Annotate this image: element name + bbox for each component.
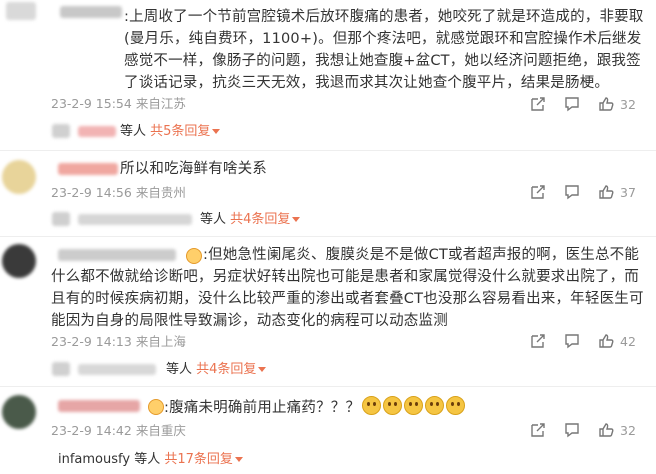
username-blurred[interactable] bbox=[58, 400, 140, 412]
divider bbox=[0, 150, 656, 151]
comment-text: :但她急性阑尾炎、腹膜炎是不是做CT或者超声报的啊，医生总不能什么都不做就给诊断… bbox=[51, 247, 644, 329]
replier-avatar[interactable] bbox=[52, 212, 70, 226]
like-count: 42 bbox=[620, 334, 636, 349]
replier-avatar[interactable] bbox=[52, 362, 70, 376]
comment-time: 23-2-9 14:13 来自上海 bbox=[51, 334, 186, 349]
like-count: 32 bbox=[620, 423, 636, 438]
chevron-down-icon bbox=[212, 129, 221, 134]
avatar[interactable] bbox=[2, 395, 36, 429]
replier-name-blurred[interactable] bbox=[78, 364, 156, 375]
comment-icon[interactable] bbox=[564, 422, 580, 438]
reply-summary[interactable]: infamousfy 等人 共17条回复 bbox=[58, 452, 243, 468]
replier-avatar[interactable] bbox=[52, 124, 70, 138]
emoji-icon bbox=[446, 396, 466, 415]
divider bbox=[0, 386, 656, 387]
share-icon[interactable] bbox=[530, 333, 546, 349]
like-icon[interactable] bbox=[598, 422, 614, 438]
like-icon[interactable] bbox=[598, 96, 614, 112]
reply-summary[interactable]: 等人 共5条回复 bbox=[120, 124, 221, 140]
share-icon[interactable] bbox=[530, 96, 546, 112]
comment-time: 23-2-9 14:42 来自重庆 bbox=[51, 423, 186, 438]
avatar[interactable] bbox=[2, 244, 36, 278]
comment-icon[interactable] bbox=[564, 184, 580, 200]
like-icon[interactable] bbox=[598, 333, 614, 349]
comment-time: 23-2-9 15:54 来自江苏 bbox=[51, 96, 186, 111]
avatar[interactable] bbox=[6, 2, 36, 20]
comment-icon[interactable] bbox=[564, 96, 580, 112]
share-icon[interactable] bbox=[530, 422, 546, 438]
comment-text: :腹痛未明确前用止痛药？？？ bbox=[164, 396, 644, 419]
emoji-icon bbox=[362, 396, 382, 415]
chevron-down-icon bbox=[258, 367, 267, 372]
replier-name-blurred[interactable] bbox=[78, 126, 116, 137]
comment-text: :上周收了一个节前宫腔镜术后放环腹痛的患者，她咬死了就是环造成的，非要取(曼月乐… bbox=[124, 9, 644, 91]
replier-name[interactable]: infamousfy bbox=[58, 452, 130, 467]
reply-summary[interactable]: 等人 共4条回复 bbox=[166, 362, 267, 378]
username-blurred[interactable] bbox=[60, 6, 122, 18]
like-icon[interactable] bbox=[598, 184, 614, 200]
emoji-icon bbox=[404, 396, 424, 415]
comment-icon[interactable] bbox=[564, 333, 580, 349]
username-blurred[interactable] bbox=[58, 163, 118, 175]
comment-text: 所以和吃海鲜有啥关系 bbox=[120, 161, 267, 177]
like-count: 37 bbox=[620, 185, 636, 200]
comment-time: 23-2-9 14:56 来自贵州 bbox=[51, 185, 186, 200]
chevron-down-icon bbox=[234, 457, 243, 462]
emoji-icon bbox=[425, 396, 445, 415]
share-icon[interactable] bbox=[530, 184, 546, 200]
like-count: 32 bbox=[620, 97, 636, 112]
divider bbox=[0, 236, 656, 237]
replier-name-blurred[interactable] bbox=[78, 214, 192, 225]
avatar[interactable] bbox=[2, 160, 36, 194]
emoji-icon bbox=[383, 396, 403, 415]
chevron-down-icon bbox=[292, 217, 301, 222]
vip-crown-icon bbox=[148, 399, 164, 415]
reply-summary[interactable]: 等人 共4条回复 bbox=[200, 212, 301, 228]
